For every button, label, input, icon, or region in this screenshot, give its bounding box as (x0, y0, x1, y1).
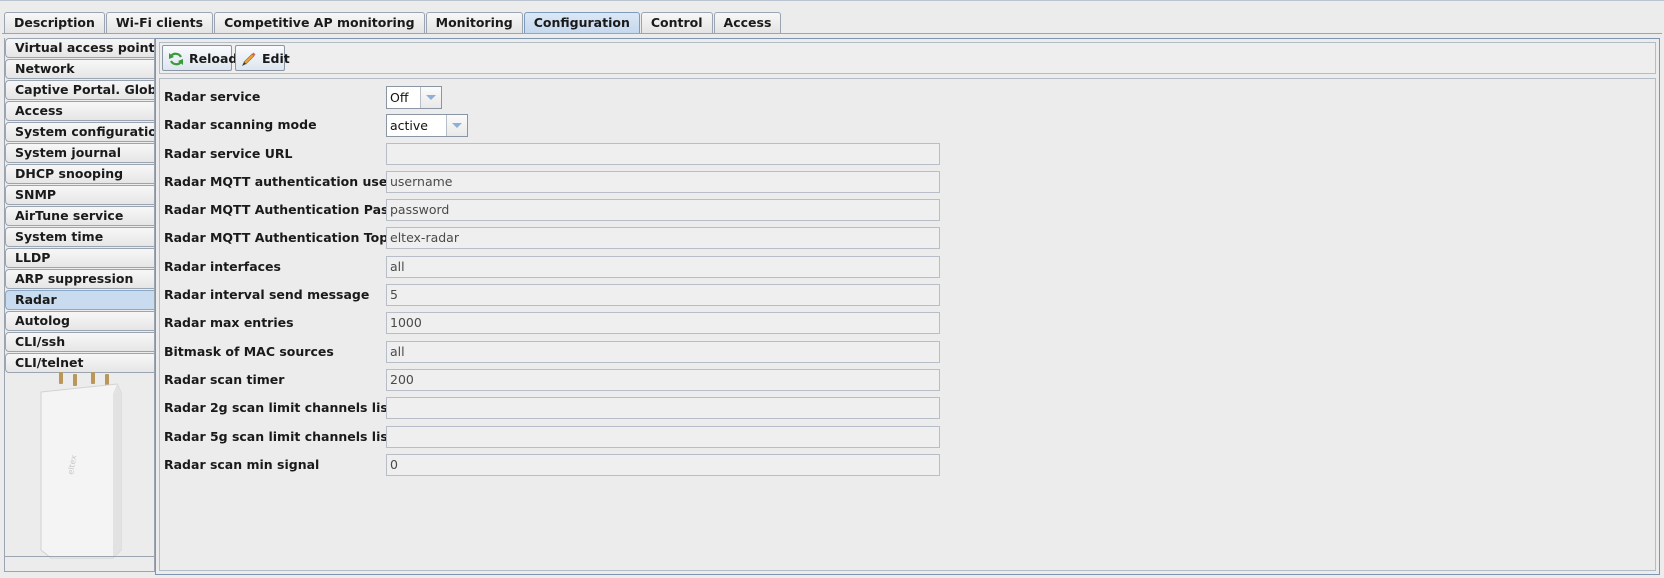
mqtt-topic-label: Radar MQTT Authentication Topic (164, 230, 400, 245)
reload-button-label: Reload (189, 51, 238, 66)
edit-button[interactable]: Edit (235, 45, 290, 71)
radar-config-panel: Reload Edit Radar service Off Radar scan… (155, 38, 1660, 575)
refresh-icon (169, 52, 183, 66)
radar-service-select[interactable]: Off (386, 86, 442, 109)
config-sidebar: Virtual access points Network Captive Po… (4, 38, 155, 572)
tab-description[interactable]: Description (4, 12, 105, 33)
sidebar-bottom-border (5, 556, 154, 557)
radar-scanning-mode-select[interactable]: active (386, 114, 468, 137)
tab-configuration[interactable]: Configuration (523, 12, 640, 33)
chevron-down-icon[interactable] (446, 115, 467, 136)
tab-bar-divider (2, 33, 1662, 34)
mqtt-username-field[interactable]: username (386, 171, 940, 193)
mqtt-password-field[interactable]: password (386, 199, 940, 221)
scan-min-signal-field[interactable]: 0 (386, 454, 940, 476)
tab-access[interactable]: Access (713, 12, 782, 33)
scan-timer-label: Radar scan timer (164, 372, 285, 387)
radar-service-label: Radar service (164, 89, 261, 104)
sidebar-item-snmp[interactable]: SNMP (5, 185, 154, 205)
sidebar-item-cli-ssh[interactable]: CLI/ssh (5, 332, 154, 352)
window-top-border (0, 0, 1664, 1)
max-entries-field[interactable]: 1000 (386, 312, 940, 334)
tab-monitoring[interactable]: Monitoring (425, 12, 523, 33)
max-entries-label: Radar max entries (164, 315, 294, 330)
reload-button[interactable]: Reload (162, 45, 237, 71)
edit-button-label: Edit (262, 51, 290, 66)
channels-2g-label: Radar 2g scan limit channels list (164, 400, 394, 415)
sidebar-item-virtual-access-points[interactable]: Virtual access points (5, 38, 154, 58)
sidebar-item-airtune-service[interactable]: AirTune service (5, 206, 154, 226)
radar-scanning-mode-label: Radar scanning mode (164, 117, 317, 132)
radar-interfaces-label: Radar interfaces (164, 259, 281, 274)
sidebar-item-system-configuration[interactable]: System configuration (5, 122, 154, 142)
sidebar-item-dhcp-snooping[interactable]: DHCP snooping (5, 164, 154, 184)
interval-send-label: Radar interval send message (164, 287, 370, 302)
tab-control[interactable]: Control (640, 12, 713, 33)
mac-bitmask-field[interactable]: all (386, 341, 940, 363)
radar-settings-form: Radar service Off Radar scanning mode ac… (159, 78, 1656, 571)
sidebar-item-access[interactable]: Access (5, 101, 154, 121)
tab-wifi-clients[interactable]: Wi-Fi clients (105, 12, 214, 33)
sidebar-item-network[interactable]: Network (5, 59, 154, 79)
scan-timer-field[interactable]: 200 (386, 369, 940, 391)
sidebar-item-autolog[interactable]: Autolog (5, 311, 154, 331)
radar-service-value: Off (390, 90, 409, 105)
toolbar: Reload Edit (159, 42, 1656, 74)
sidebar-item-radar[interactable]: Radar (5, 290, 154, 310)
channels-5g-label: Radar 5g scan limit channels list (164, 429, 394, 444)
tab-competitive-ap-monitoring[interactable]: Competitive AP monitoring (214, 12, 425, 33)
interval-send-field[interactable]: 5 (386, 284, 940, 306)
sidebar-item-captive-portal-global[interactable]: Captive Portal. Global (5, 80, 154, 100)
access-point-device-image: eltex (40, 372, 122, 559)
radar-service-url-field[interactable] (386, 143, 940, 165)
pencil-icon (242, 52, 256, 66)
radar-scanning-mode-value: active (390, 118, 428, 133)
mqtt-topic-field[interactable]: eltex-radar (386, 227, 940, 249)
channels-5g-field[interactable] (386, 426, 940, 448)
main-tab-bar: Description Wi-Fi clients Competitive AP… (4, 12, 782, 34)
sidebar-item-arp-suppression[interactable]: ARP suppression (5, 269, 154, 289)
chevron-down-icon[interactable] (420, 87, 441, 108)
sidebar-item-system-time[interactable]: System time (5, 227, 154, 247)
radar-service-url-label: Radar service URL (164, 146, 293, 161)
sidebar-item-lldp[interactable]: LLDP (5, 248, 154, 268)
mac-bitmask-label: Bitmask of MAC sources (164, 344, 334, 359)
scan-min-signal-label: Radar scan min signal (164, 457, 320, 472)
sidebar-item-system-journal[interactable]: System journal (5, 143, 154, 163)
channels-2g-field[interactable] (386, 397, 940, 419)
radar-interfaces-field[interactable]: all (386, 256, 940, 278)
